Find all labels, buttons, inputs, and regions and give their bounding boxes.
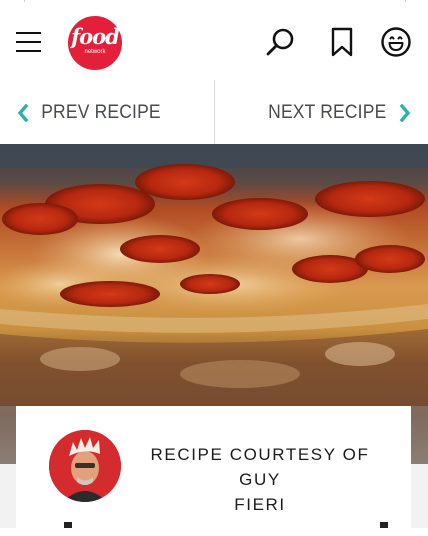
- recipe-credit-text: RECIPE COURTESY OF GUY FIERI: [142, 442, 378, 517]
- recipe-credit-card: RECIPE COURTESY OF GUY FIERI: [16, 406, 411, 536]
- recipe-credit-line1: RECIPE COURTESY OF GUY: [150, 445, 370, 489]
- search-icon[interactable]: [264, 26, 296, 58]
- chef-avatar[interactable]: [49, 430, 121, 502]
- smiley-profile-icon[interactable]: [380, 26, 412, 58]
- recipe-navigation: PREV RECIPE NEXT RECIPE: [0, 80, 428, 144]
- partial-content-mark-left: [64, 522, 72, 528]
- next-recipe-label: NEXT RECIPE: [268, 102, 387, 123]
- prev-recipe-button[interactable]: PREV RECIPE: [16, 100, 172, 126]
- page-background-right: [411, 464, 428, 528]
- hamburger-menu-icon[interactable]: [16, 32, 42, 54]
- next-recipe-button[interactable]: NEXT RECIPE: [257, 100, 412, 126]
- logo-text: food: [71, 24, 120, 49]
- partial-content-mark-right: [380, 522, 388, 528]
- prev-recipe-label: PREV RECIPE: [41, 102, 161, 123]
- nav-divider: [214, 80, 215, 144]
- bookmark-icon[interactable]: [326, 26, 358, 58]
- chevron-right-icon: [399, 104, 411, 122]
- chevron-left-icon: [17, 104, 29, 122]
- food-network-logo[interactable]: food network: [68, 16, 122, 70]
- logo-subtext: network: [84, 49, 106, 55]
- site-header: food network: [0, 2, 428, 80]
- page-background-left: [0, 464, 16, 528]
- recipe-credit-line2: FIERI: [234, 495, 286, 514]
- chef-portrait: [49, 430, 121, 502]
